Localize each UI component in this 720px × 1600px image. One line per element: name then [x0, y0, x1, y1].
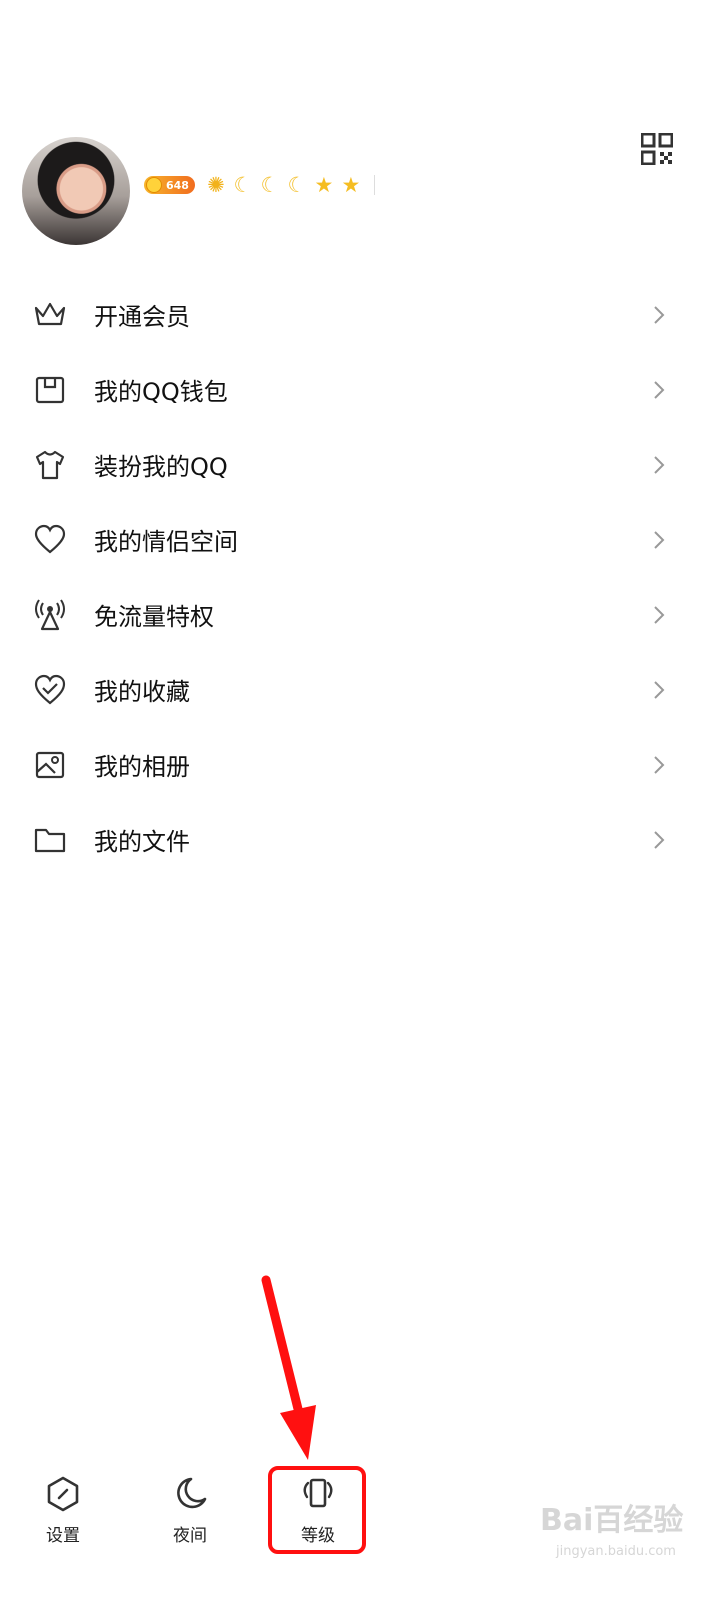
- star-level-icon: ★: [314, 172, 334, 197]
- tab-settings[interactable]: 设置: [23, 1475, 103, 1546]
- menu-item-label: 我的QQ钱包: [94, 378, 228, 406]
- menu-item-label: 装扮我的QQ: [94, 453, 228, 481]
- menu-item-wallet[interactable]: 我的QQ钱包: [0, 352, 720, 427]
- menu-item-label: 免流量特权: [94, 603, 214, 631]
- annotation-arrow: [261, 1275, 316, 1460]
- folder-icon: [34, 828, 66, 852]
- heart-icon: [34, 524, 66, 553]
- coin-badge: 648: [144, 176, 195, 194]
- signal-tower-icon: [35, 598, 65, 630]
- qr-code-icon[interactable]: [641, 133, 673, 165]
- chevron-right-icon: [654, 530, 665, 549]
- moon-level-icon: ☾: [260, 172, 280, 197]
- moon-level-icon: ☾: [287, 172, 307, 197]
- menu-item-label: 我的收藏: [94, 678, 190, 706]
- chevron-right-icon: [654, 830, 665, 849]
- tshirt-icon: [35, 450, 65, 479]
- chevron-right-icon: [654, 380, 665, 399]
- menu-item-couple-space[interactable]: 我的情侣空间: [0, 502, 720, 577]
- avatar[interactable]: [22, 137, 130, 245]
- star-level-icon: ★: [341, 172, 361, 197]
- chevron-right-icon: [654, 455, 665, 474]
- menu-item-label: 开通会员: [94, 303, 190, 331]
- coin-count: 648: [166, 178, 189, 192]
- menu-item-label: 我的情侣空间: [94, 528, 238, 556]
- menu-item-label: 我的文件: [94, 828, 190, 856]
- menu-item-free-traffic[interactable]: 免流量特权: [0, 577, 720, 652]
- moon-level-icon: ☾: [233, 172, 253, 197]
- menu-item-favorites[interactable]: 我的收藏: [0, 652, 720, 727]
- watermark-url: jingyan.baidu.com: [556, 1544, 676, 1559]
- wallet-icon: [35, 376, 65, 403]
- watermark-logo: Bai百经验: [540, 1503, 684, 1538]
- coin-icon: [146, 177, 162, 193]
- chevron-right-icon: [654, 305, 665, 324]
- chevron-right-icon: [654, 755, 665, 774]
- tab-night-mode[interactable]: 夜间: [150, 1475, 230, 1546]
- annotation-highlight-box: [268, 1466, 366, 1554]
- menu-item-dressup[interactable]: 装扮我的QQ: [0, 427, 720, 502]
- name-divider: [373, 175, 375, 195]
- chevron-right-icon: [654, 605, 665, 624]
- chevron-right-icon: [654, 680, 665, 699]
- crown-icon: [34, 302, 66, 325]
- moon-icon: [177, 1477, 207, 1509]
- settings-hexagon-icon: [47, 1476, 79, 1512]
- menu-item-files[interactable]: 我的文件: [0, 802, 720, 877]
- menu-item-vip[interactable]: 开通会员: [0, 277, 720, 352]
- sun-level-icon: ✺: [207, 172, 225, 197]
- menu-list: 开通会员 我的QQ钱包 装扮我的QQ 我的情侣空间 免流量特权 我的收藏 我的相…: [0, 277, 720, 877]
- photo-album-icon: [35, 751, 65, 778]
- tab-label: 设置: [46, 1526, 80, 1546]
- favorite-heart-icon: [34, 674, 66, 704]
- tab-label: 夜间: [173, 1526, 207, 1546]
- menu-item-label: 我的相册: [94, 753, 190, 781]
- level-indicator-row[interactable]: 648 ✺ ☾ ☾ ☾ ★ ★: [144, 172, 375, 198]
- menu-item-album[interactable]: 我的相册: [0, 727, 720, 802]
